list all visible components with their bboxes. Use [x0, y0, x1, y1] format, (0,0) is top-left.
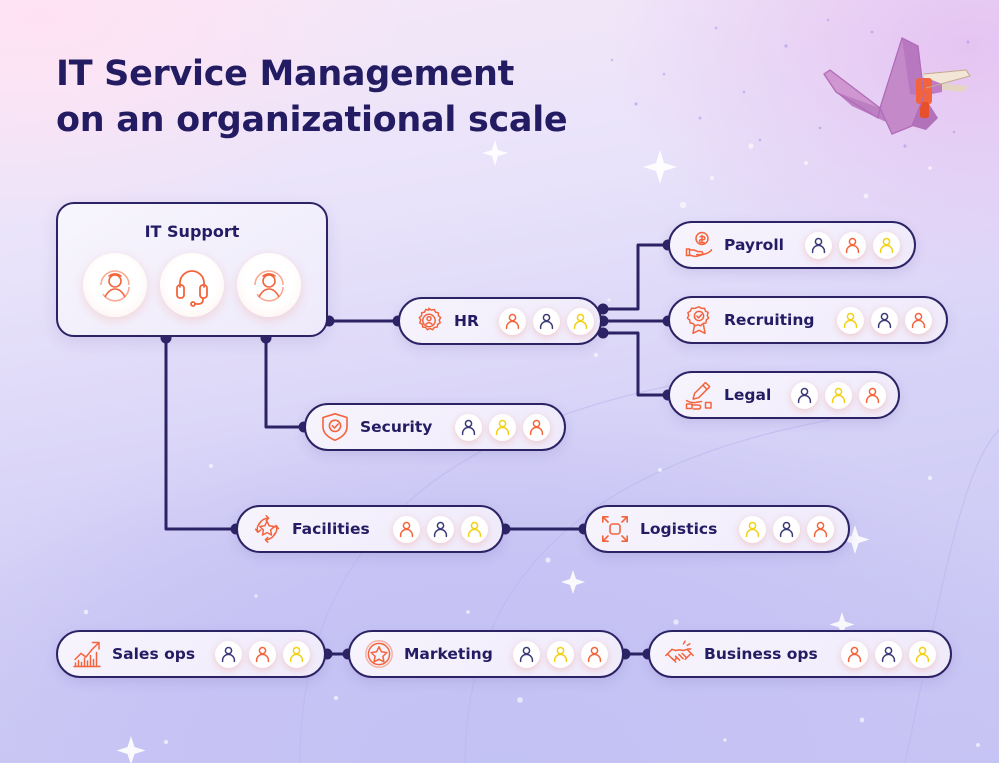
assignee-group: [781, 381, 887, 409]
person-avatar-icon[interactable]: [859, 381, 887, 409]
department-pill-sales-ops[interactable]: Sales ops: [56, 630, 326, 678]
department-label: Business ops: [704, 645, 818, 663]
person-avatar-icon[interactable]: [841, 640, 868, 668]
department-label: Legal: [724, 386, 772, 404]
person-avatar-icon[interactable]: [739, 515, 766, 543]
person-avatar-icon[interactable]: [215, 640, 243, 668]
support-agent-icon: [83, 253, 147, 317]
shield-check-icon: [320, 412, 350, 442]
person-avatar-icon[interactable]: [807, 515, 834, 543]
department-label: Sales ops: [112, 645, 196, 663]
assignee-group: [445, 413, 550, 441]
department-pill-business-ops[interactable]: Business ops: [648, 630, 952, 678]
expand-box-icon: [600, 514, 630, 544]
star-refresh-icon: [252, 514, 282, 544]
it-support-avatar-group: [58, 253, 326, 317]
it-support-panel[interactable]: IT Support: [56, 202, 328, 337]
department-label: Facilities: [292, 520, 370, 538]
department-pill-security[interactable]: Security: [304, 403, 566, 451]
assignee-group: [503, 640, 608, 668]
department-label: Logistics: [640, 520, 718, 538]
person-avatar-icon[interactable]: [283, 640, 311, 668]
department-label: HR: [454, 312, 479, 330]
hand-signing-icon: [684, 380, 714, 410]
department-label: Recruiting: [724, 311, 815, 329]
department-pill-logistics[interactable]: Logistics: [584, 505, 850, 553]
person-avatar-icon[interactable]: [825, 381, 853, 409]
person-avatar-icon[interactable]: [873, 231, 900, 259]
person-avatar-icon[interactable]: [513, 640, 540, 668]
growth-chart-icon: [72, 639, 102, 669]
person-avatar-icon[interactable]: [498, 307, 526, 335]
person-avatar-icon[interactable]: [871, 306, 898, 334]
person-avatar-icon[interactable]: [905, 306, 932, 334]
person-avatar-icon[interactable]: [523, 413, 550, 441]
person-avatar-icon[interactable]: [791, 381, 819, 409]
handshake-icon: [664, 639, 694, 669]
person-avatar-icon[interactable]: [532, 307, 560, 335]
person-avatar-icon[interactable]: [393, 515, 420, 543]
person-avatar-icon[interactable]: [427, 515, 454, 543]
space-shuttle-illustration: [823, 37, 971, 135]
headset-icon: [160, 253, 224, 317]
support-agent-icon: [237, 253, 301, 317]
department-pill-facilities[interactable]: Facilities: [236, 505, 504, 553]
it-support-title: IT Support: [144, 222, 240, 241]
assignee-group: [795, 231, 900, 259]
assignee-group: [205, 640, 311, 668]
assignee-group: [383, 515, 488, 543]
award-ribbon-icon: [684, 305, 714, 335]
department-pill-payroll[interactable]: Payroll: [668, 221, 916, 269]
person-avatar-icon[interactable]: [249, 640, 277, 668]
person-avatar-icon[interactable]: [839, 231, 866, 259]
assignee-group: [827, 306, 932, 334]
department-pill-recruiting[interactable]: Recruiting: [668, 296, 948, 344]
department-pill-legal[interactable]: Legal: [668, 371, 900, 419]
person-avatar-icon[interactable]: [581, 640, 608, 668]
person-avatar-icon[interactable]: [455, 413, 482, 441]
person-avatar-icon[interactable]: [837, 306, 864, 334]
person-avatar-icon[interactable]: [489, 413, 516, 441]
person-avatar-icon[interactable]: [547, 640, 574, 668]
department-label: Marketing: [404, 645, 493, 663]
assignee-group: [729, 515, 834, 543]
person-avatar-icon[interactable]: [875, 640, 902, 668]
department-pill-marketing[interactable]: Marketing: [348, 630, 624, 678]
person-avatar-icon[interactable]: [909, 640, 936, 668]
person-avatar-icon[interactable]: [461, 515, 488, 543]
department-label: Security: [360, 418, 433, 436]
person-avatar-icon[interactable]: [773, 515, 800, 543]
hand-dollar-icon: [684, 230, 714, 260]
assignee-group: [489, 307, 594, 335]
person-avatar-icon[interactable]: [566, 307, 594, 335]
star-circle-icon: [364, 639, 394, 669]
infographic-canvas: IT Service Management on an organization…: [0, 0, 999, 763]
gear-person-icon: [414, 306, 444, 336]
department-pill-hr[interactable]: HR: [398, 297, 602, 345]
person-avatar-icon[interactable]: [805, 231, 832, 259]
assignee-group: [831, 640, 936, 668]
department-label: Payroll: [724, 236, 784, 254]
page-title: IT Service Management on an organization…: [56, 54, 568, 140]
